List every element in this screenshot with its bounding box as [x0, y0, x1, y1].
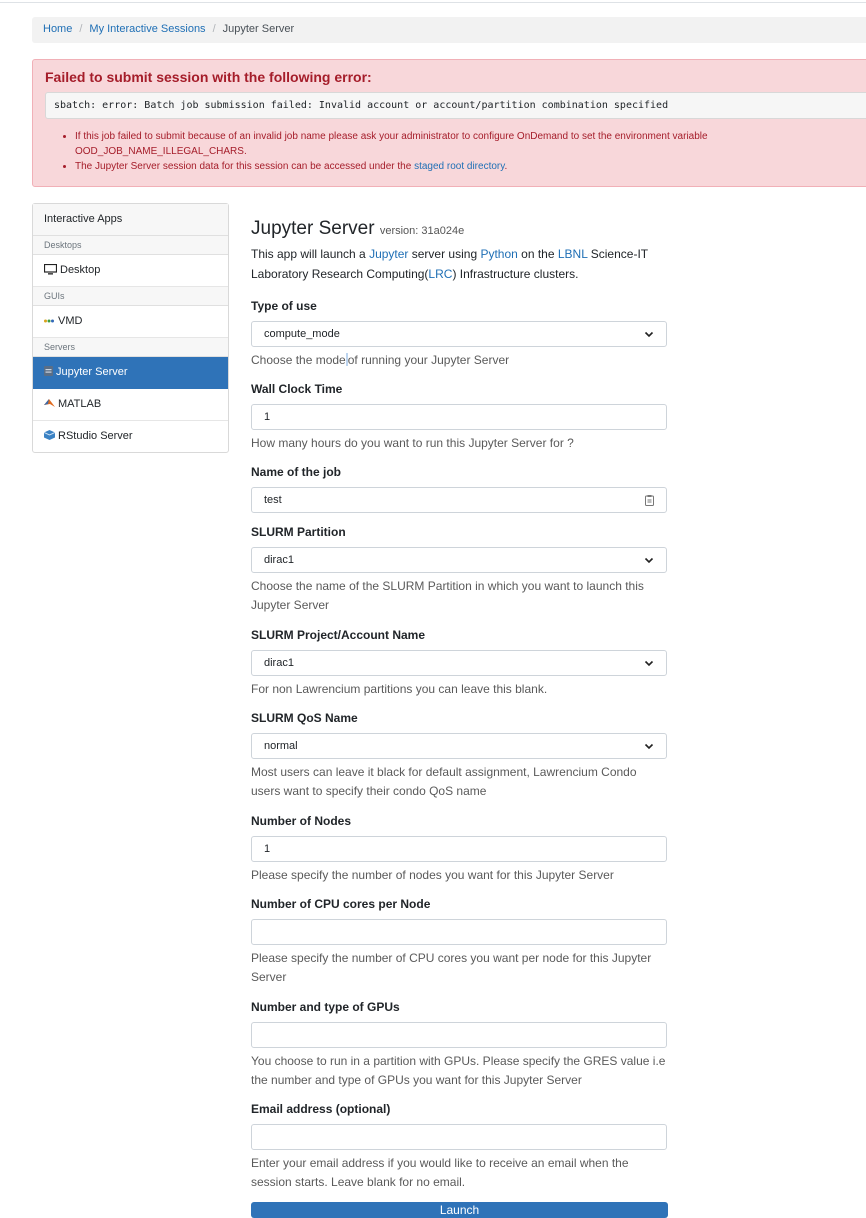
matlab-icon [44, 398, 55, 411]
breadcrumb-home-link[interactable]: Home [43, 23, 72, 35]
slurm-qos-select[interactable]: normal [251, 733, 667, 759]
email-label: Email address (optional) [251, 1102, 391, 1116]
monitor-icon [43, 263, 58, 278]
sidebar-item-matlab[interactable]: MATLAB [33, 389, 228, 421]
gpus-label: Number and type of GPUs [251, 1000, 400, 1014]
chevron-down-icon [644, 331, 654, 338]
slurm-qos-label: SLURM QoS Name [251, 711, 358, 725]
alert-list: If this job failed to submit because of … [45, 129, 866, 174]
sidebar-item-desktop[interactable]: Desktop [33, 255, 228, 287]
wall-clock-group: Wall Clock Time 1 How many hours do you … [251, 381, 667, 453]
wall-clock-input[interactable]: 1 [251, 404, 667, 430]
slurm-partition-help: Choose the name of the SLURM Partition i… [251, 579, 644, 612]
wall-clock-label: Wall Clock Time [251, 382, 343, 396]
email-help: Enter your email address if you would li… [251, 1156, 629, 1189]
slurm-account-select[interactable]: dirac1 [251, 650, 667, 676]
sidebar-category-servers: Servers [33, 338, 228, 357]
lbnl-link[interactable]: LBNL [558, 247, 588, 261]
cpu-cores-group: Number of CPU cores per Node Please spec… [251, 896, 667, 987]
sidebar-category-guis: GUIs [33, 287, 228, 306]
sidebar-item-label: VMD [58, 315, 83, 327]
sidebar-item-vmd[interactable]: VMD [33, 306, 228, 338]
chevron-down-icon [644, 743, 654, 750]
type-of-use-group: Type of use compute_mode Choose the mode… [251, 298, 667, 370]
top-divider [0, 2, 866, 3]
slurm-qos-group: SLURM QoS Name normal Most users can lea… [251, 710, 667, 801]
error-alert: Failed to submit session with the follow… [32, 59, 866, 187]
slurm-partition-select[interactable]: dirac1 [251, 547, 667, 573]
type-of-use-help: Choose the mode of running your Jupyter S… [251, 353, 510, 367]
chevron-down-icon [644, 557, 654, 564]
job-name-group: Name of the job test [251, 464, 667, 513]
clipboard-icon [645, 494, 654, 506]
chevron-down-icon [644, 660, 654, 667]
sidebar-item-jupyter-server[interactable]: Jupyter Server [33, 357, 228, 389]
launch-button[interactable]: Launch [251, 1202, 668, 1218]
nodes-group: Number of Nodes 1 Please specify the num… [251, 813, 667, 885]
slurm-account-label: SLURM Project/Account Name [251, 628, 426, 642]
nodes-input[interactable]: 1 [251, 836, 667, 862]
breadcrumb-separator: / [79, 23, 83, 35]
lrc-link[interactable]: LRC [428, 267, 452, 281]
sidebar-category-desktops: Desktops [33, 236, 228, 255]
breadcrumb: Home / My Interactive Sessions / Jupyter Ser… [32, 17, 866, 43]
sidebar-item-label: RStudio Server [58, 430, 133, 442]
nodes-help: Please specify the number of nodes you w… [251, 868, 614, 882]
error-message: sbatch: error: Batch job submission fail… [45, 92, 866, 119]
slurm-qos-help: Most users can leave it black for defaul… [251, 765, 637, 798]
sidebar-item-rstudio-server[interactable]: RStudio Server [33, 421, 228, 452]
sidebar-item-label: Desktop [60, 264, 101, 276]
gpus-help: You choose to run in a partition with GP… [251, 1054, 666, 1087]
breadcrumb-separator: / [212, 23, 216, 35]
job-name-label: Name of the job [251, 465, 342, 479]
jupyter-link[interactable]: Jupyter [369, 247, 408, 261]
jupyter-icon [44, 366, 53, 379]
app-description: This app will launch a Jupyter server us… [251, 247, 649, 281]
gpus-group: Number and type of GPUs You choose to ru… [251, 999, 667, 1090]
vmd-logo-icon [44, 316, 55, 327]
sidebar-item-label: Jupyter Server [56, 366, 128, 378]
alert-item-job-name: If this job failed to submit because of … [75, 129, 866, 159]
gpus-input[interactable] [251, 1022, 667, 1048]
slurm-partition-group: SLURM Partition dirac1 Choose the name o… [251, 524, 667, 615]
rstudio-icon [43, 430, 56, 443]
cpu-cores-label: Number of CPU cores per Node [251, 897, 431, 911]
wall-clock-help: How many hours do you want to run this J… [251, 436, 574, 450]
interactive-apps-sidebar: Interactive Apps Desktops Desktop GUIs V… [32, 203, 229, 453]
breadcrumb-sessions-link[interactable]: My Interactive Sessions [89, 23, 205, 35]
sidebar-item-label: MATLAB [58, 398, 102, 410]
slurm-account-group: SLURM Project/Account Name dirac1 For no… [251, 627, 667, 699]
email-group: Email address (optional) Enter your emai… [251, 1101, 667, 1192]
slurm-account-help: For non Lawrencium partitions you can le… [251, 682, 548, 696]
session-form: Jupyter Server version: 31a024e This app… [251, 216, 667, 1189]
slurm-partition-label: SLURM Partition [251, 525, 346, 539]
alert-item-staged-root: The Jupyter Server session data for this… [75, 159, 866, 174]
nodes-label: Number of Nodes [251, 814, 352, 828]
email-field[interactable] [251, 1124, 667, 1150]
type-of-use-label: Type of use [251, 299, 317, 313]
type-of-use-select[interactable]: compute_mode [251, 321, 667, 347]
sidebar-header: Interactive Apps [33, 204, 228, 236]
page-title: Jupyter Server version: 31a024e [251, 218, 465, 239]
alert-title: Failed to submit session with the follow… [45, 69, 372, 85]
python-link[interactable]: Python [480, 247, 517, 261]
breadcrumb-current: Jupyter Server [222, 23, 295, 35]
staged-root-link[interactable]: staged root directory [414, 161, 504, 172]
job-name-input[interactable]: test [251, 487, 667, 513]
cpu-cores-input[interactable] [251, 919, 667, 945]
cpu-cores-help: Please specify the number of CPU cores y… [251, 951, 652, 984]
version-label: version: 31a024e [379, 225, 465, 237]
